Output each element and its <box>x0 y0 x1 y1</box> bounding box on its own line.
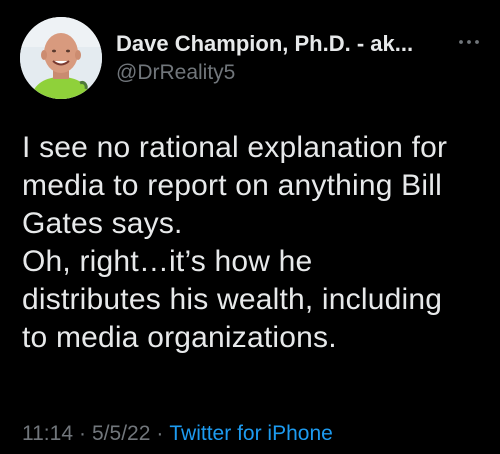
tweet-header: Dave Champion, Ph.D. - ak... @DrReality5 <box>20 17 480 101</box>
avatar-image <box>20 17 102 99</box>
tweet-text-line: media to report on anything Bill <box>22 169 442 202</box>
tweet-time[interactable]: 11:14 <box>22 422 73 445</box>
tweet-text-line: Oh, right…it’s how he <box>22 245 313 278</box>
author-names: Dave Champion, Ph.D. - ak... @DrReality5 <box>116 30 446 87</box>
author-display-name[interactable]: Dave Champion, Ph.D. - ak... <box>116 30 446 58</box>
tweet-card: Dave Champion, Ph.D. - ak... @DrReality5… <box>0 0 500 454</box>
avatar[interactable] <box>20 17 102 99</box>
tweet-text-line: distributes his wealth, including <box>22 283 443 316</box>
tweet-text-line: I see no rational explanation for <box>22 131 448 164</box>
author-handle[interactable]: @DrReality5 <box>116 59 446 87</box>
tweet-text-line: to media organizations. <box>22 321 337 354</box>
tweet-date[interactable]: 5/5/22 <box>92 422 150 445</box>
tweet-text-line: Gates says. <box>22 207 183 240</box>
more-dots-icon[interactable] <box>458 37 480 47</box>
tweet-source-link[interactable]: Twitter for iPhone <box>169 422 332 445</box>
tweet-text: I see no rational explanation for media … <box>22 129 482 357</box>
meta-separator: · <box>156 422 164 445</box>
tweet-meta: 11:14 · 5/5/22 · Twitter for iPhone <box>22 420 333 448</box>
meta-separator: · <box>79 422 86 445</box>
